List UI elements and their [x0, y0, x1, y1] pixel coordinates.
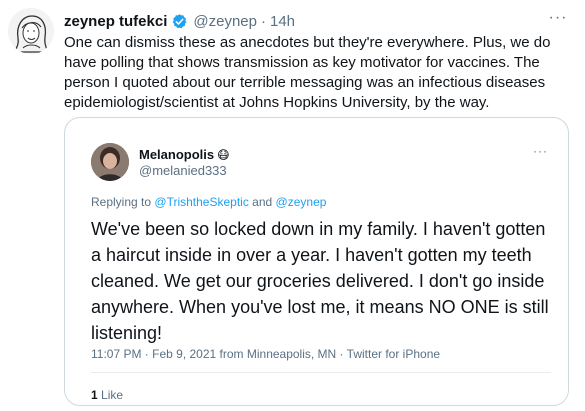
display-name[interactable]: zeynep tufekci: [64, 13, 167, 30]
quoted-tweet-meta[interactable]: 11:07 PM · Feb 9, 2021 from Minneapolis,…: [91, 347, 440, 361]
quoted-more-options-icon[interactable]: ···: [533, 144, 548, 158]
likes-label: Like: [101, 388, 124, 402]
replying-user-link[interactable]: @zeynep: [276, 195, 327, 209]
verified-badge-icon: [171, 13, 188, 30]
quoted-handle[interactable]: @melanied333: [139, 163, 227, 178]
likes-number: 1: [91, 388, 98, 402]
divider: [91, 372, 551, 373]
quoted-avatar[interactable]: [91, 143, 129, 181]
replying-user-link[interactable]: @TrishtheSkeptic: [154, 195, 248, 209]
timestamp[interactable]: 14h: [270, 13, 295, 30]
mask-emoji-icon: 😷: [217, 148, 230, 162]
quoted-name-text: Melanopolis: [139, 147, 215, 162]
likes-count[interactable]: 1 Like: [91, 388, 123, 402]
quoted-tweet-card[interactable]: Melanopolis 😷 @melanied333 ··· Replying t…: [64, 117, 569, 406]
replying-to: Replying to @TrishtheSkeptic and @zeynep: [91, 195, 326, 209]
quoted-tweet-text: We've been so locked down in my family. …: [91, 219, 549, 343]
avatar[interactable]: [8, 8, 54, 54]
quoted-avatar-photo: [91, 143, 129, 181]
separator-dot: ·: [260, 12, 266, 30]
avatar-illustration: [8, 8, 54, 54]
tweet-header: zeynep tufekci @zeynep · 14h: [64, 11, 295, 31]
replying-prefix: Replying to: [91, 195, 152, 209]
tweet: zeynep tufekci @zeynep · 14h ··· One can…: [0, 0, 585, 411]
tweet-text: One can dismiss these as anecdotes but t…: [64, 34, 551, 111]
more-options-icon[interactable]: ···: [547, 8, 569, 28]
quoted-display-name[interactable]: Melanopolis 😷: [139, 147, 230, 162]
replying-and: and: [252, 195, 273, 209]
handle[interactable]: @zeynep: [193, 13, 257, 30]
